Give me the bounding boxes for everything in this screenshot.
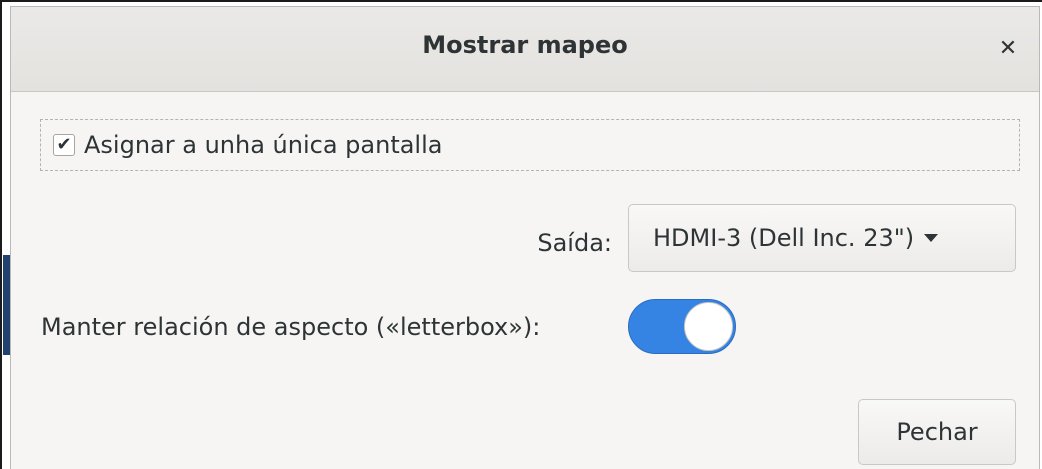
output-selected-value: HDMI-3 (Dell Inc. 23") [653,224,915,252]
map-single-screen-label: Asignar a unha única pantalla [84,131,443,159]
map-single-screen-checkbox-row[interactable]: ✔ Asignar a unha única pantalla [40,119,1020,171]
checkmark-icon: ✔ [56,134,72,155]
dialog-title: Mostrar mapeo [422,31,628,59]
close-button[interactable]: Pechar [858,399,1016,465]
checkbox[interactable]: ✔ [53,134,75,156]
output-label: Saída: [537,229,612,257]
dialog-titlebar: Mostrar mapeo ✕ [11,7,1039,92]
background-window-edge [3,255,10,355]
close-icon[interactable]: ✕ [993,33,1023,63]
output-dropdown[interactable]: HDMI-3 (Dell Inc. 23") [628,204,1016,272]
switch-knob[interactable] [684,302,733,351]
keep-aspect-label: Manter relación de aspecto («letterbox»)… [41,313,541,341]
pan-down-icon [924,234,939,242]
keep-aspect-switch[interactable] [628,299,736,354]
display-mapping-dialog: Mostrar mapeo ✕ ✔ Asignar a unha única p… [10,6,1040,469]
